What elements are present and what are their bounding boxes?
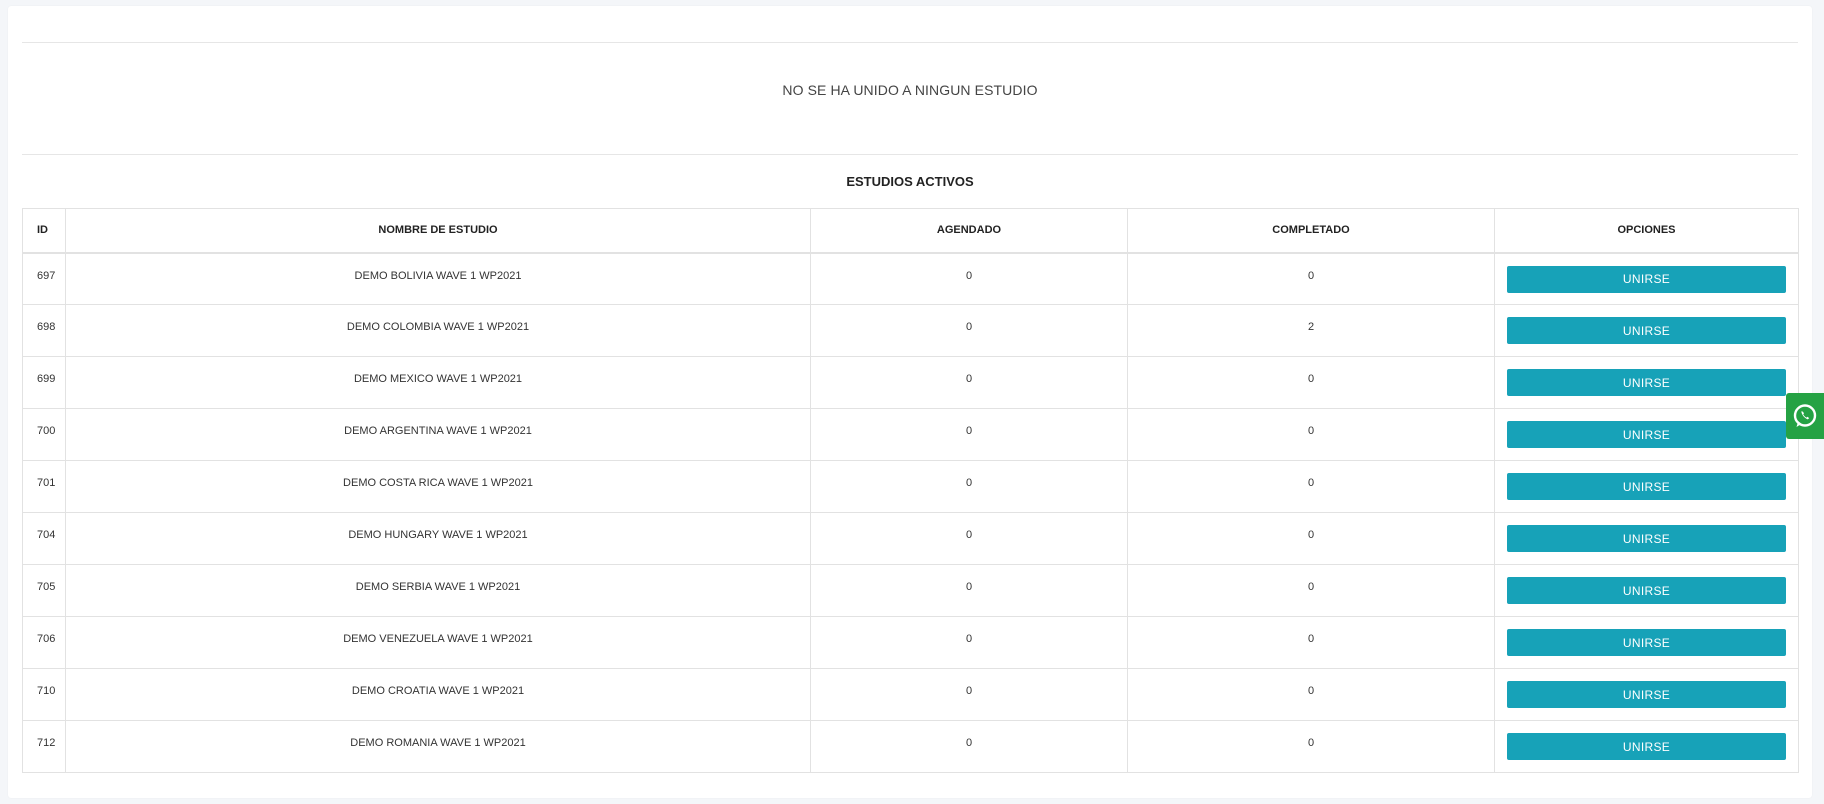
table-row: 699 DEMO MEXICO WAVE 1 WP2021 0 0 UNIRSE (22, 356, 1799, 409)
study-options: UNIRSE (1494, 408, 1799, 461)
study-completed: 0 (1127, 512, 1495, 565)
column-header-id: ID (22, 208, 66, 254)
join-button[interactable]: UNIRSE (1507, 733, 1786, 760)
study-name: DEMO COLOMBIA WAVE 1 WP2021 (65, 304, 811, 357)
no-studies-message: NO SE HA UNIDO A NINGUN ESTUDIO (782, 82, 1038, 98)
study-options: UNIRSE (1494, 668, 1799, 721)
whatsapp-button[interactable] (1786, 393, 1824, 439)
study-options: UNIRSE (1494, 304, 1799, 357)
study-id: 710 (22, 668, 66, 721)
study-id: 697 (22, 252, 66, 305)
column-header-options: OPCIONES (1494, 208, 1799, 254)
study-name: DEMO ARGENTINA WAVE 1 WP2021 (65, 408, 811, 461)
studies-card: NO SE HA UNIDO A NINGUN ESTUDIO ESTUDIOS… (8, 6, 1812, 798)
study-name: DEMO BOLIVIA WAVE 1 WP2021 (65, 252, 811, 305)
study-scheduled: 0 (810, 616, 1128, 669)
study-options: UNIRSE (1494, 720, 1799, 773)
study-name: DEMO VENEZUELA WAVE 1 WP2021 (65, 616, 811, 669)
study-scheduled: 0 (810, 512, 1128, 565)
study-completed: 0 (1127, 252, 1495, 305)
study-scheduled: 0 (810, 668, 1128, 721)
study-completed: 0 (1127, 564, 1495, 617)
study-id: 704 (22, 512, 66, 565)
join-button[interactable]: UNIRSE (1507, 317, 1786, 344)
study-scheduled: 0 (810, 356, 1128, 409)
join-button[interactable]: UNIRSE (1507, 577, 1786, 604)
table-row: 706 DEMO VENEZUELA WAVE 1 WP2021 0 0 UNI… (22, 616, 1799, 669)
study-options: UNIRSE (1494, 356, 1799, 409)
study-options: UNIRSE (1494, 512, 1799, 565)
join-button[interactable]: UNIRSE (1507, 421, 1786, 448)
active-studies-table: ID NOMBRE DE ESTUDIO AGENDADO COMPLETADO… (22, 208, 1799, 773)
study-scheduled: 0 (810, 304, 1128, 357)
study-completed: 0 (1127, 408, 1495, 461)
study-name: DEMO SERBIA WAVE 1 WP2021 (65, 564, 811, 617)
study-id: 700 (22, 408, 66, 461)
study-name: DEMO MEXICO WAVE 1 WP2021 (65, 356, 811, 409)
table-row: 712 DEMO ROMANIA WAVE 1 WP2021 0 0 UNIRS… (22, 720, 1799, 773)
active-studies-title: ESTUDIOS ACTIVOS (846, 174, 974, 189)
table-row: 704 DEMO HUNGARY WAVE 1 WP2021 0 0 UNIRS… (22, 512, 1799, 565)
table-row: 710 DEMO CROATIA WAVE 1 WP2021 0 0 UNIRS… (22, 668, 1799, 721)
join-button[interactable]: UNIRSE (1507, 525, 1786, 552)
page: NO SE HA UNIDO A NINGUN ESTUDIO ESTUDIOS… (0, 0, 1824, 804)
study-id: 701 (22, 460, 66, 513)
join-button[interactable]: UNIRSE (1507, 473, 1786, 500)
study-completed: 2 (1127, 304, 1495, 357)
study-options: UNIRSE (1494, 460, 1799, 513)
study-name: DEMO CROATIA WAVE 1 WP2021 (65, 668, 811, 721)
study-name: DEMO ROMANIA WAVE 1 WP2021 (65, 720, 811, 773)
divider-middle (22, 154, 1798, 155)
study-options: UNIRSE (1494, 616, 1799, 669)
study-id: 705 (22, 564, 66, 617)
table-row: 700 DEMO ARGENTINA WAVE 1 WP2021 0 0 UNI… (22, 408, 1799, 461)
divider-top (22, 42, 1798, 43)
study-id: 698 (22, 304, 66, 357)
study-completed: 0 (1127, 720, 1495, 773)
study-scheduled: 0 (810, 408, 1128, 461)
study-completed: 0 (1127, 616, 1495, 669)
table-row: 697 DEMO BOLIVIA WAVE 1 WP2021 0 0 UNIRS… (22, 252, 1799, 305)
whatsapp-icon (1793, 404, 1817, 427)
study-options: UNIRSE (1494, 564, 1799, 617)
study-completed: 0 (1127, 668, 1495, 721)
join-button[interactable]: UNIRSE (1507, 629, 1786, 656)
join-button[interactable]: UNIRSE (1507, 265, 1786, 293)
study-id: 706 (22, 616, 66, 669)
study-name: DEMO COSTA RICA WAVE 1 WP2021 (65, 460, 811, 513)
join-button[interactable]: UNIRSE (1507, 369, 1786, 396)
table-row: 705 DEMO SERBIA WAVE 1 WP2021 0 0 UNIRSE (22, 564, 1799, 617)
study-scheduled: 0 (810, 720, 1128, 773)
column-header-completed: COMPLETADO (1127, 208, 1495, 254)
study-name: DEMO HUNGARY WAVE 1 WP2021 (65, 512, 811, 565)
study-scheduled: 0 (810, 460, 1128, 513)
study-completed: 0 (1127, 460, 1495, 513)
table-body: 697 DEMO BOLIVIA WAVE 1 WP2021 0 0 UNIRS… (22, 252, 1799, 773)
study-id: 699 (22, 356, 66, 409)
column-header-scheduled: AGENDADO (810, 208, 1128, 254)
study-id: 712 (22, 720, 66, 773)
study-completed: 0 (1127, 356, 1495, 409)
table-row: 701 DEMO COSTA RICA WAVE 1 WP2021 0 0 UN… (22, 460, 1799, 513)
study-options: UNIRSE (1494, 252, 1799, 305)
study-scheduled: 0 (810, 564, 1128, 617)
table-header-row: ID NOMBRE DE ESTUDIO AGENDADO COMPLETADO… (22, 208, 1799, 254)
study-scheduled: 0 (810, 252, 1128, 305)
table-row: 698 DEMO COLOMBIA WAVE 1 WP2021 0 2 UNIR… (22, 304, 1799, 357)
join-button[interactable]: UNIRSE (1507, 681, 1786, 708)
column-header-name: NOMBRE DE ESTUDIO (65, 208, 811, 254)
